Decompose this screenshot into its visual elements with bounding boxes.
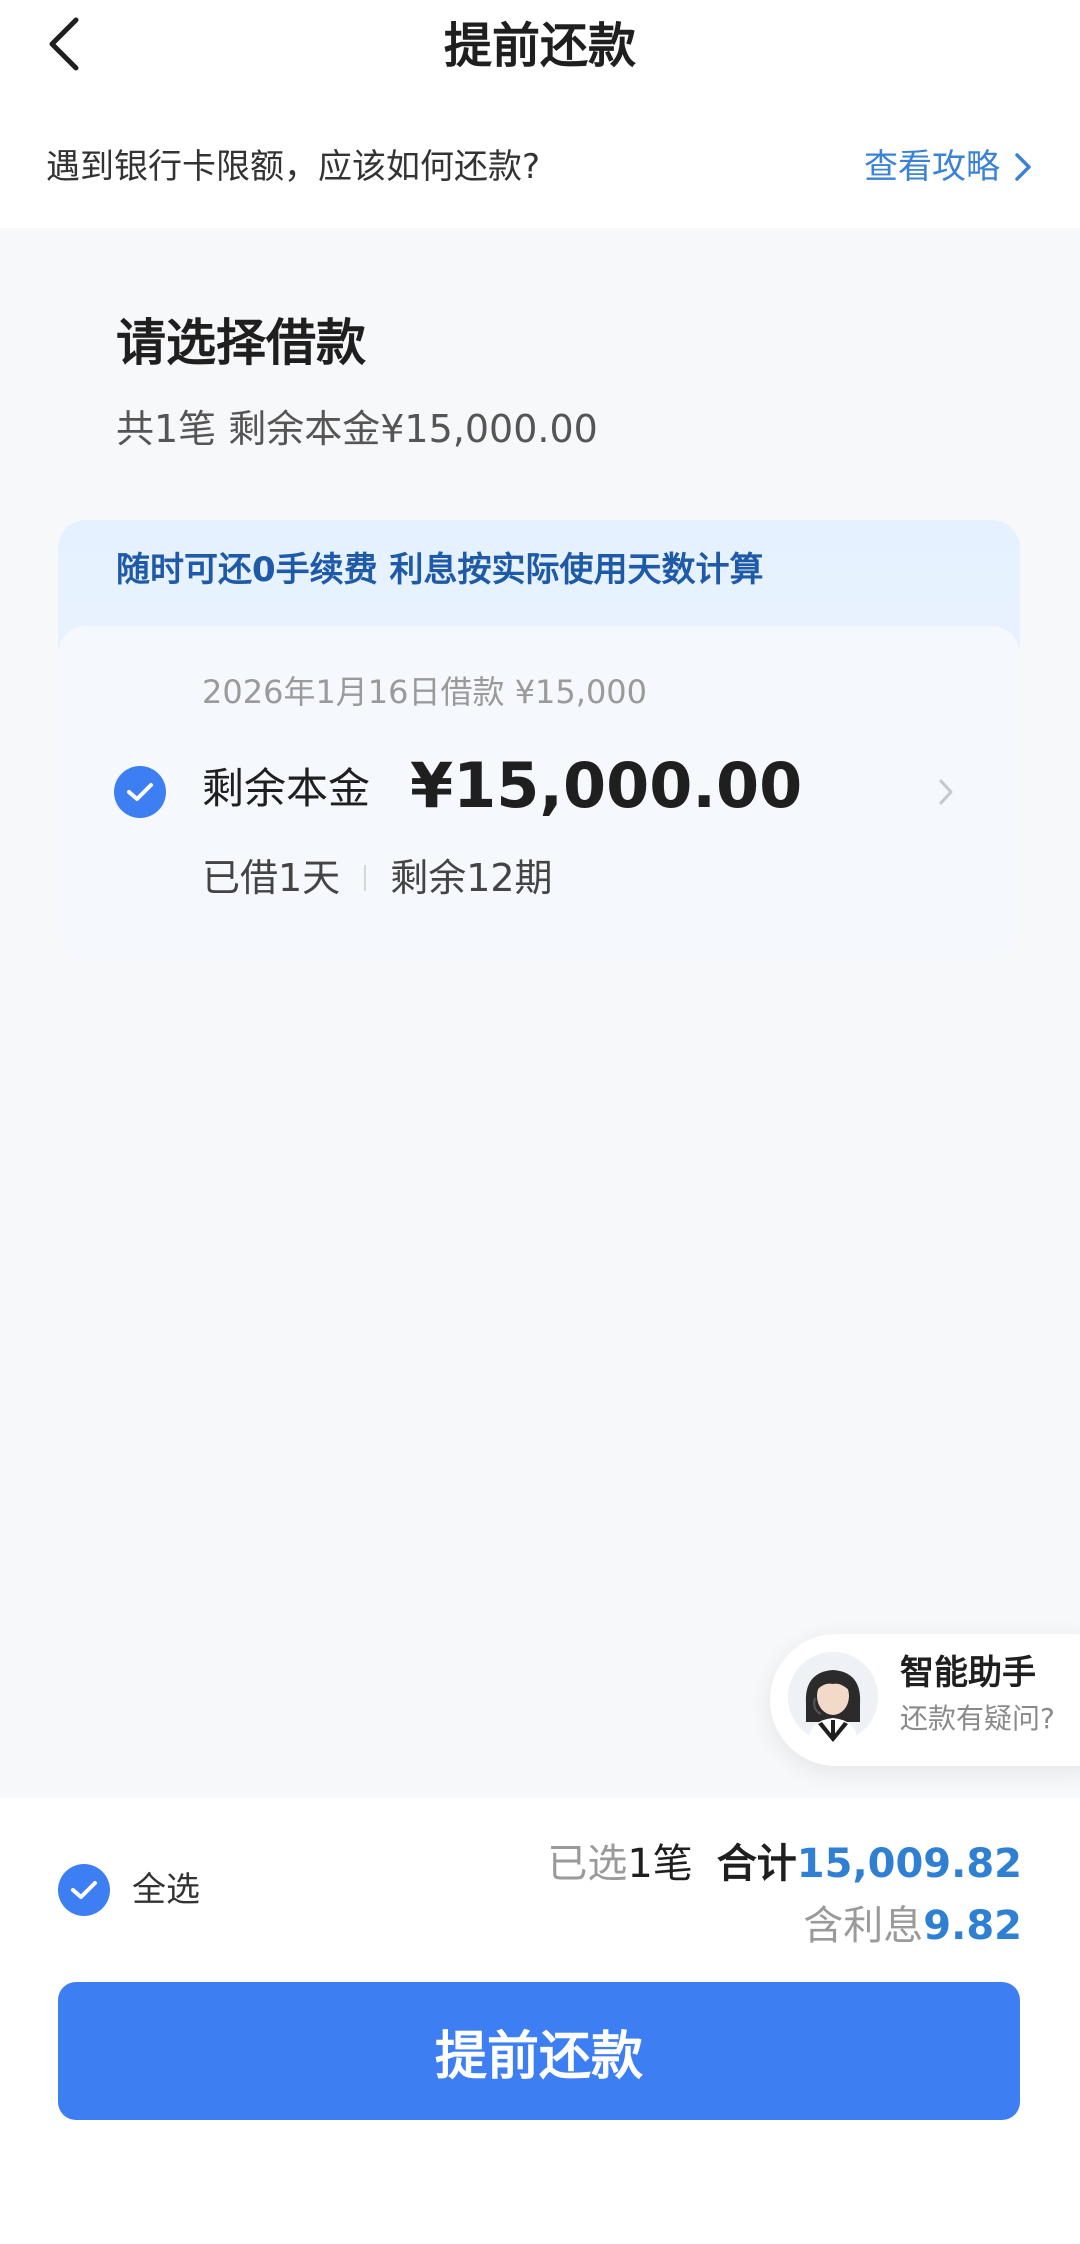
prepay-button[interactable]: 提前还款 [58, 1982, 1020, 2120]
view-guide-label: 查看攻略 [864, 147, 1000, 187]
selected-suffix: 笔 [652, 1841, 693, 1887]
interest-label: 含利息 [803, 1903, 924, 1949]
fee-banner: 随时可还0手续费 利息按实际使用天数计算 [116, 550, 764, 590]
selected-prefix: 已选 [547, 1841, 628, 1887]
selected-count: 1 [627, 1841, 653, 1887]
check-icon [71, 1881, 97, 1899]
days-borrowed: 已借1天 [202, 856, 341, 900]
loan-item[interactable]: 2026年1月16日借款 ¥15,000 剩余本金 ¥15,000.00 已借1… [58, 626, 1020, 960]
limit-notice-text: 遇到银行卡限额，应该如何还款? [46, 147, 541, 187]
loan-checkbox[interactable] [114, 766, 166, 818]
assistant-avatar [788, 1652, 878, 1742]
page: 提前还款 遇到银行卡限额，应该如何还款? 查看攻略 请选择借款 共1笔 剩余本金… [0, 0, 1080, 2244]
bottom-bar: 全选 已选1笔 合计 15,009.82 含利息 9.82 提前还款 [0, 1798, 1080, 2244]
chevron-right-icon[interactable] [926, 772, 966, 812]
assistant-title: 智能助手 [900, 1653, 1036, 1693]
loan-meta: 已借1天 剩余12期 [202, 850, 553, 906]
select-all-label: 全选 [132, 1870, 200, 1910]
loan-summary: 共1笔 剩余本金¥15,000.00 [116, 407, 598, 451]
loan-card[interactable]: 随时可还0手续费 利息按实际使用天数计算 2026年1月16日借款 ¥15,00… [58, 520, 1020, 960]
section-title: 请选择借款 [116, 314, 366, 372]
interest-value: 9.82 [923, 1903, 1022, 1949]
total-value: 15,009.82 [796, 1841, 1022, 1887]
loan-date: 2026年1月16日借款 ¥15,000 [202, 673, 648, 711]
remaining-principal-label: 剩余本金 [202, 764, 371, 813]
select-all-checkbox[interactable] [58, 1864, 110, 1916]
total-label: 合计 [716, 1841, 797, 1887]
page-title: 提前还款 [443, 18, 636, 74]
smart-assistant-bubble[interactable]: 智能助手 还款有疑问? [770, 1634, 1080, 1766]
select-all-toggle[interactable]: 全选 [58, 1864, 200, 1916]
divider [364, 865, 367, 891]
interest-summary: 含利息 9.82 [803, 1896, 1022, 1956]
assistant-subtitle: 还款有疑问? [900, 1702, 1055, 1735]
selected-count-text: 已选1笔 [547, 1834, 692, 1894]
total-summary: 已选1笔 合计 15,009.82 [547, 1834, 1022, 1894]
remaining-periods: 剩余12期 [390, 856, 553, 900]
remaining-principal-amount: ¥15,000.00 [410, 749, 803, 822]
header: 提前还款 遇到银行卡限额，应该如何还款? 查看攻略 [0, 0, 1080, 228]
chevron-right-icon [1014, 152, 1032, 182]
view-guide-link[interactable]: 查看攻略 [864, 142, 1032, 192]
check-icon [127, 783, 153, 801]
